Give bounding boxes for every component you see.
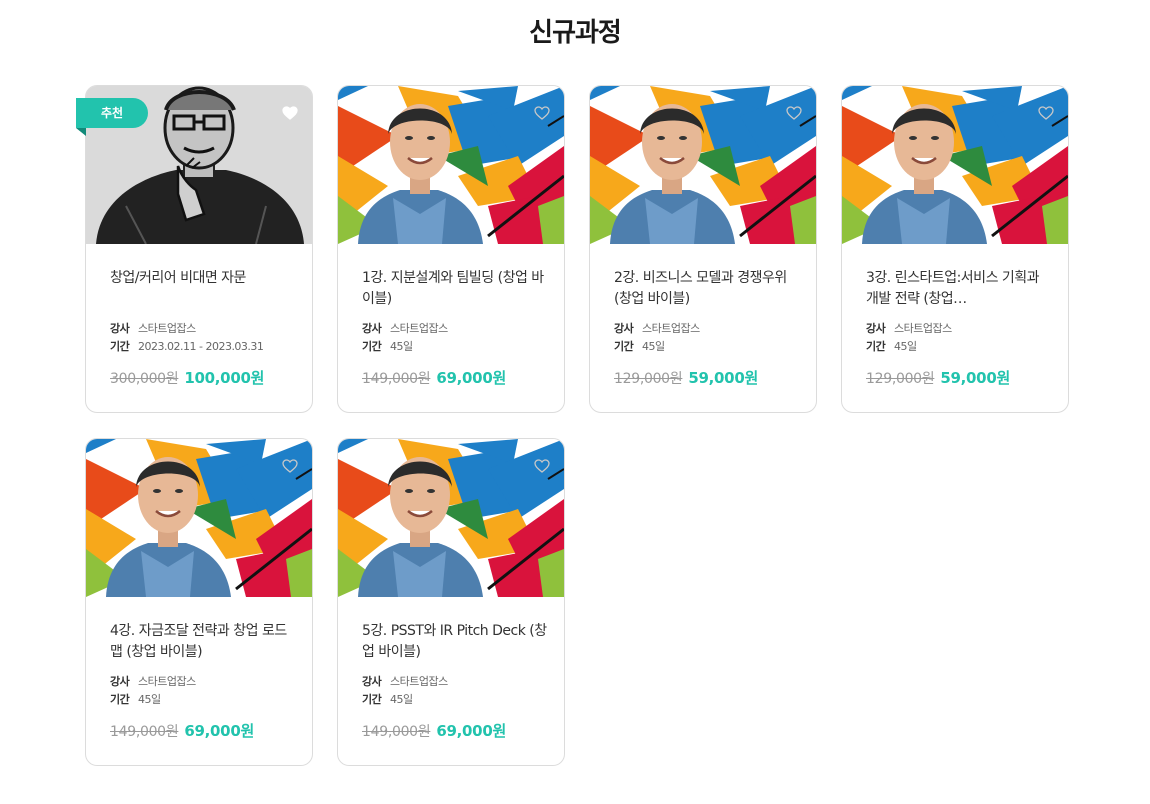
- instructor-value: 스타트업잡스: [138, 322, 196, 335]
- period-value: 45일: [894, 340, 917, 353]
- period-label: 기간: [614, 340, 634, 353]
- course-card[interactable]: 2강. 비즈니스 모델과 경쟁우위 (창업 바이블) 강사 스타트업잡스기간 45일 1…: [589, 85, 817, 413]
- section-title: 신규과정: [529, 18, 622, 48]
- instructor-row: 강사 스타트업잡스: [110, 320, 300, 336]
- course-title[interactable]: 2강. 비즈니스 모델과 경쟁우위 (창업 바이블): [614, 268, 802, 312]
- period-label: 기간: [110, 340, 130, 353]
- course-title[interactable]: 창업/커리어 비대면 자문: [110, 268, 298, 312]
- price-row: 149,000원 69,000원: [110, 720, 310, 741]
- course-title[interactable]: 4강. 자금조달 전략과 창업 로드맵 (창업 바이블): [110, 621, 298, 665]
- instructor-row: 강사 스타트업잡스: [866, 320, 1056, 336]
- thumbnail-image: [86, 439, 312, 597]
- original-price: 149,000원: [362, 371, 431, 387]
- course-thumbnail[interactable]: [842, 86, 1068, 244]
- period-row: 기간 45일: [866, 338, 1056, 354]
- price-row: 149,000원 69,000원: [362, 367, 562, 388]
- original-price: 129,000원: [614, 371, 683, 387]
- period-label: 기간: [866, 340, 886, 353]
- instructor-value: 스타트업잡스: [390, 675, 448, 688]
- period-value: 45일: [138, 693, 161, 706]
- course-thumbnail[interactable]: [86, 439, 312, 597]
- course-card[interactable]: 5강. PSST와 IR Pitch Deck (창업 바이블) 강사 스타트업잡스…: [337, 438, 565, 766]
- price-row: 129,000원 59,000원: [614, 367, 814, 388]
- heart-icon[interactable]: [1038, 106, 1054, 120]
- sale-price: 59,000원: [940, 369, 1010, 387]
- sale-price: 59,000원: [688, 369, 758, 387]
- instructor-label: 강사: [866, 322, 886, 335]
- thumbnail-image: [842, 86, 1068, 244]
- period-row: 기간 2023.02.11 - 2023.03.31: [110, 338, 300, 354]
- period-row: 기간 45일: [362, 691, 552, 707]
- instructor-value: 스타트업잡스: [390, 322, 448, 335]
- heart-icon[interactable]: [282, 459, 298, 473]
- thumbnail-image: [338, 86, 564, 244]
- instructor-value: 스타트업잡스: [642, 322, 700, 335]
- original-price: 300,000원: [110, 371, 179, 387]
- thumbnail-image: [590, 86, 816, 244]
- instructor-row: 강사 스타트업잡스: [362, 673, 552, 689]
- period-value: 45일: [642, 340, 665, 353]
- instructor-label: 강사: [614, 322, 634, 335]
- original-price: 129,000원: [866, 371, 935, 387]
- instructor-value: 스타트업잡스: [894, 322, 952, 335]
- heart-icon[interactable]: [786, 106, 802, 120]
- course-thumbnail[interactable]: [590, 86, 816, 244]
- course-title[interactable]: 1강. 지분설계와 팀빌딩 (창업 바이블): [362, 268, 550, 312]
- course-card[interactable]: 추천창업/커리어 비대면 자문강사 스타트업잡스기간 2023.02.11 - 20…: [76, 85, 313, 413]
- sale-price: 69,000원: [184, 722, 254, 740]
- instructor-label: 강사: [362, 322, 382, 335]
- recommend-badge-label: 추천: [76, 98, 148, 128]
- course-card[interactable]: 1강. 지분설계와 팀빌딩 (창업 바이블) 강사 스타트업잡스기간 45일 149,0…: [337, 85, 565, 413]
- instructor-row: 강사 스타트업잡스: [614, 320, 804, 336]
- recommend-badge: 추천: [76, 98, 148, 138]
- sale-price: 69,000원: [436, 369, 506, 387]
- course-title[interactable]: 3강. 린스타트업:서비스 기획과 개발 전략 (창업…: [866, 268, 1054, 312]
- thumbnail-image: [338, 439, 564, 597]
- period-value: 45일: [390, 693, 413, 706]
- course-card[interactable]: 3강. 린스타트업:서비스 기획과 개발 전략 (창업… 강사 스타트업잡스기간 45…: [841, 85, 1069, 413]
- period-value: 45일: [390, 340, 413, 353]
- heart-icon[interactable]: [282, 106, 298, 120]
- original-price: 149,000원: [110, 724, 179, 740]
- original-price: 149,000원: [362, 724, 431, 740]
- heart-icon[interactable]: [534, 106, 550, 120]
- course-title[interactable]: 5강. PSST와 IR Pitch Deck (창업 바이블): [362, 621, 550, 665]
- period-row: 기간 45일: [110, 691, 300, 707]
- price-row: 129,000원 59,000원: [866, 367, 1066, 388]
- instructor-label: 강사: [110, 675, 130, 688]
- instructor-label: 강사: [110, 322, 130, 335]
- instructor-row: 강사 스타트업잡스: [362, 320, 552, 336]
- period-row: 기간 45일: [362, 338, 552, 354]
- instructor-row: 강사 스타트업잡스: [110, 673, 300, 689]
- period-label: 기간: [362, 693, 382, 706]
- price-row: 149,000원 69,000원: [362, 720, 562, 741]
- period-row: 기간 45일: [614, 338, 804, 354]
- instructor-label: 강사: [362, 675, 382, 688]
- heart-icon[interactable]: [534, 459, 550, 473]
- sale-price: 100,000원: [184, 369, 265, 387]
- period-label: 기간: [362, 340, 382, 353]
- price-row: 300,000원 100,000원: [110, 367, 310, 388]
- course-thumbnail[interactable]: [338, 439, 564, 597]
- period-value: 2023.02.11 - 2023.03.31: [138, 340, 264, 353]
- course-card[interactable]: 4강. 자금조달 전략과 창업 로드맵 (창업 바이블) 강사 스타트업잡스기간 45…: [85, 438, 313, 766]
- instructor-value: 스타트업잡스: [138, 675, 196, 688]
- badge-fold: [76, 128, 86, 136]
- course-thumbnail[interactable]: [338, 86, 564, 244]
- sale-price: 69,000원: [436, 722, 506, 740]
- period-label: 기간: [110, 693, 130, 706]
